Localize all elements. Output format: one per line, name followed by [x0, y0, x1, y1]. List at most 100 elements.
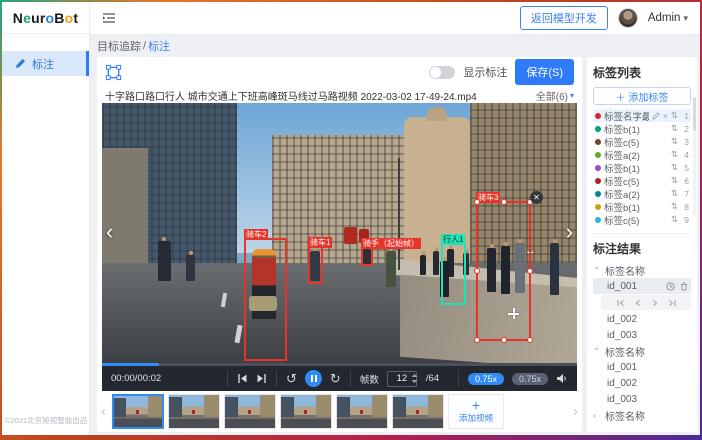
- resize-handle[interactable]: [474, 199, 480, 205]
- label-name: 标签c(5): [604, 135, 668, 149]
- label-row[interactable]: 标签c(5) ⇅ 9: [593, 213, 691, 226]
- result-item[interactable]: id_001: [593, 359, 691, 375]
- page-last-icon[interactable]: [668, 299, 676, 307]
- stepper-down-icon[interactable]: [411, 379, 418, 384]
- speed-pill-active[interactable]: 0.75x: [468, 373, 504, 385]
- result-group-header[interactable]: › 标签名称: [593, 343, 691, 359]
- label-row[interactable]: 标签a(2) ⇅ 7: [593, 187, 691, 200]
- label-row[interactable]: 标签名字最长数... × ⇅ 1: [593, 109, 691, 122]
- logo-part: o: [46, 10, 55, 26]
- trash-icon[interactable]: [680, 282, 688, 291]
- label-row[interactable]: 标签a(2) ⇅ 4: [593, 148, 691, 161]
- panel-scrollbar[interactable]: [693, 97, 696, 217]
- result-item[interactable]: id_003: [593, 327, 691, 343]
- replay-10-icon[interactable]: ↺: [286, 372, 297, 385]
- annotation-results-title: 标注结果: [593, 240, 691, 257]
- group-name: 标签名称: [605, 263, 645, 278]
- video-thumbnail[interactable]: [168, 394, 220, 429]
- label-row[interactable]: 标签c(5) ⇅ 6: [593, 174, 691, 187]
- avatar[interactable]: [618, 8, 638, 28]
- video-thumbnail[interactable]: [224, 394, 276, 429]
- page-first-icon[interactable]: [617, 299, 625, 307]
- bbox-tool-icon[interactable]: [105, 64, 122, 81]
- save-button[interactable]: 保存(S): [515, 59, 574, 85]
- label-color-dot: [595, 217, 601, 223]
- sort-icon[interactable]: ⇅: [671, 201, 678, 212]
- edit-icon[interactable]: [652, 112, 660, 120]
- result-item-selected[interactable]: id_001: [593, 278, 691, 294]
- show-annotations-toggle[interactable]: [429, 66, 455, 79]
- collapse-menu-icon[interactable]: [102, 12, 116, 24]
- content-area: 目标追踪 / 标注 显示标注 保存(S) 十字路口路口行人 城市交通上下班高峰斑…: [90, 35, 700, 435]
- sort-icon[interactable]: ⇅: [671, 214, 678, 225]
- label-index: 5: [681, 163, 689, 173]
- skip-end-icon[interactable]: [256, 373, 267, 384]
- sort-icon[interactable]: ⇅: [671, 175, 678, 186]
- filmstrip-next-icon[interactable]: ›: [571, 403, 580, 420]
- annotation-label: 骑车2: [244, 229, 268, 240]
- sort-icon[interactable]: ⇅: [671, 110, 678, 121]
- annotation-box[interactable]: 骑车1: [308, 246, 323, 284]
- annotation-box[interactable]: 骑手（起始帧）: [361, 247, 373, 266]
- result-id: id_001: [607, 362, 637, 373]
- back-to-model-dev-button[interactable]: 返回模型开发: [520, 6, 608, 30]
- label-row[interactable]: 标签b(1) ⇅ 8: [593, 200, 691, 213]
- crosshair-cursor-icon: [508, 308, 519, 319]
- annotation-filter-dropdown[interactable]: 全部(6) ▾: [536, 88, 574, 103]
- video-canvas[interactable]: 骑车2 骑车1 骑手（起始帧） 行人1 骑车3: [102, 103, 577, 363]
- pause-button[interactable]: [305, 370, 322, 387]
- skip-start-icon[interactable]: [237, 373, 248, 384]
- annotation-box-selected[interactable]: 骑车3 ✕ ↔: [476, 201, 531, 341]
- delete-label-icon[interactable]: ×: [663, 111, 668, 121]
- result-item[interactable]: id_003: [593, 391, 691, 407]
- filmstrip-prev-icon[interactable]: ‹: [99, 403, 108, 420]
- add-label-button[interactable]: ＋ 添加标签: [593, 87, 691, 105]
- user-menu[interactable]: Admin ▾: [648, 12, 688, 24]
- resize-handle[interactable]: [527, 337, 533, 343]
- video-thumbnail[interactable]: [112, 394, 164, 429]
- resize-handle[interactable]: [501, 199, 507, 205]
- breadcrumb-parent[interactable]: 目标追踪: [97, 38, 141, 54]
- sort-icon[interactable]: ⇅: [671, 123, 678, 134]
- stepper-up-icon[interactable]: [411, 373, 418, 378]
- label-color-dot: [595, 113, 601, 119]
- add-video-button[interactable]: + 添加视频: [448, 394, 504, 429]
- resize-handle[interactable]: [474, 268, 480, 274]
- video-thumbnail[interactable]: [280, 394, 332, 429]
- video-thumbnail[interactable]: [392, 394, 444, 429]
- panel-divider: [593, 233, 691, 234]
- topbar: 返回模型开发 Admin ▾: [90, 2, 700, 35]
- label-row[interactable]: 标签b(1) ⇅ 2: [593, 122, 691, 135]
- label-row[interactable]: 标签c(5) ⇅ 3: [593, 135, 691, 148]
- volume-icon[interactable]: [556, 373, 568, 384]
- history-icon[interactable]: [666, 282, 675, 291]
- sidebar-item-annotation[interactable]: 标注: [2, 51, 89, 76]
- frame-pager: [601, 295, 691, 310]
- label-row[interactable]: 标签b(1) ⇅ 5: [593, 161, 691, 174]
- label-color-dot: [595, 191, 601, 197]
- app-logo: NeuroBot: [2, 2, 89, 34]
- sort-icon[interactable]: ⇅: [671, 162, 678, 173]
- result-item[interactable]: id_002: [593, 311, 691, 327]
- resize-handle[interactable]: [501, 337, 507, 343]
- resize-handle[interactable]: [474, 337, 480, 343]
- prev-frame-arrow[interactable]: ‹: [106, 221, 113, 243]
- result-group-header[interactable]: › 标签名称: [593, 262, 691, 278]
- annotation-box[interactable]: 行人1: [441, 243, 466, 305]
- result-group-header[interactable]: › 标签名称: [593, 407, 691, 423]
- next-frame-arrow[interactable]: ›: [566, 221, 573, 243]
- resize-handle[interactable]: [527, 268, 533, 274]
- sort-icon[interactable]: ⇅: [671, 149, 678, 160]
- page-prev-icon[interactable]: [634, 299, 642, 307]
- page-next-icon[interactable]: [651, 299, 659, 307]
- sort-icon[interactable]: ⇅: [671, 136, 678, 147]
- sort-icon[interactable]: ⇅: [671, 188, 678, 199]
- annotation-workspace: 显示标注 保存(S) 十字路口路口行人 城市交通上下班高峰斑马线过马路视频 20…: [97, 57, 582, 432]
- delete-annotation-icon[interactable]: ✕: [530, 191, 543, 204]
- video-thumbnail[interactable]: [336, 394, 388, 429]
- forward-10-icon[interactable]: ↻: [330, 372, 341, 385]
- app-window: NeuroBot 标注 ©2021北京矩视智能出品 返回模型开发 Admin ▾…: [2, 2, 700, 435]
- result-item[interactable]: id_002: [593, 375, 691, 391]
- annotation-box[interactable]: 骑车2: [244, 238, 287, 361]
- speed-pill-inactive[interactable]: 0.75x: [512, 373, 548, 385]
